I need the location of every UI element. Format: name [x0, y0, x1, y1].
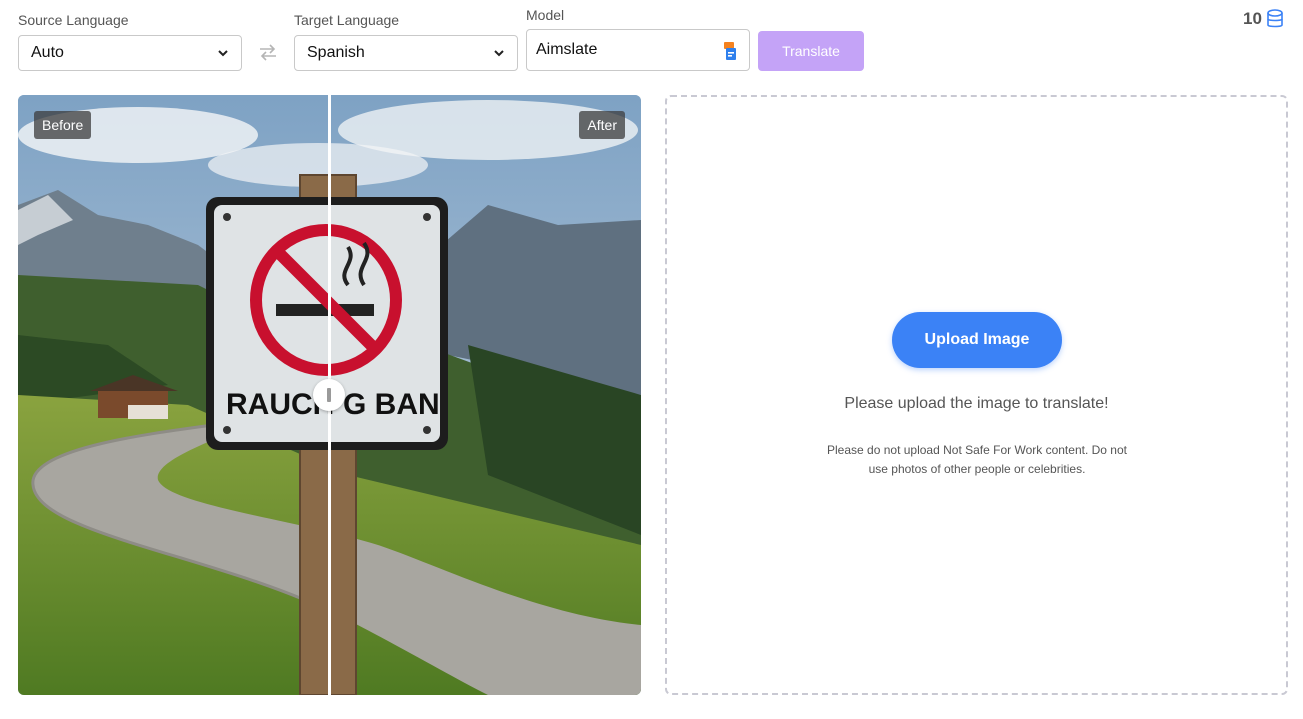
credits-counter: 10: [1243, 9, 1284, 29]
upload-dropzone[interactable]: Upload Image Please upload the image to …: [665, 95, 1288, 695]
chevron-down-icon: [494, 50, 504, 57]
before-label: Before: [34, 111, 92, 139]
target-language-label: Target Language: [294, 12, 400, 28]
model-label: Model: [526, 7, 565, 23]
target-language-select[interactable]: Spanish: [294, 35, 518, 71]
model-input[interactable]: Aimslate: [526, 29, 750, 71]
upload-warning-text: Please do not upload Not Safe For Work c…: [827, 443, 1127, 476]
sign-text-after: G BAN: [343, 388, 440, 421]
after-label: After: [579, 111, 625, 139]
database-icon: [1267, 9, 1283, 28]
model-value: Aimslate: [536, 41, 598, 58]
source-language-select[interactable]: Auto: [18, 35, 242, 71]
drag-grip-icon: [327, 388, 331, 402]
upload-hint-text: Please upload the image to translate!: [844, 395, 1109, 412]
source-language-value: Auto: [31, 44, 64, 61]
translate-button[interactable]: Translate: [758, 31, 864, 71]
comparison-slider-handle[interactable]: [313, 379, 345, 411]
model-logo-icon: [724, 42, 736, 60]
chevron-down-icon: [218, 50, 228, 57]
credits-count: 10: [1243, 9, 1262, 28]
source-language-label: Source Language: [18, 12, 129, 28]
upload-image-button[interactable]: Upload Image: [892, 312, 1062, 368]
swap-languages-icon[interactable]: [258, 43, 278, 61]
target-language-value: Spanish: [307, 44, 365, 61]
before-after-preview[interactable]: RAUCH G BAN Before After: [18, 95, 641, 695]
